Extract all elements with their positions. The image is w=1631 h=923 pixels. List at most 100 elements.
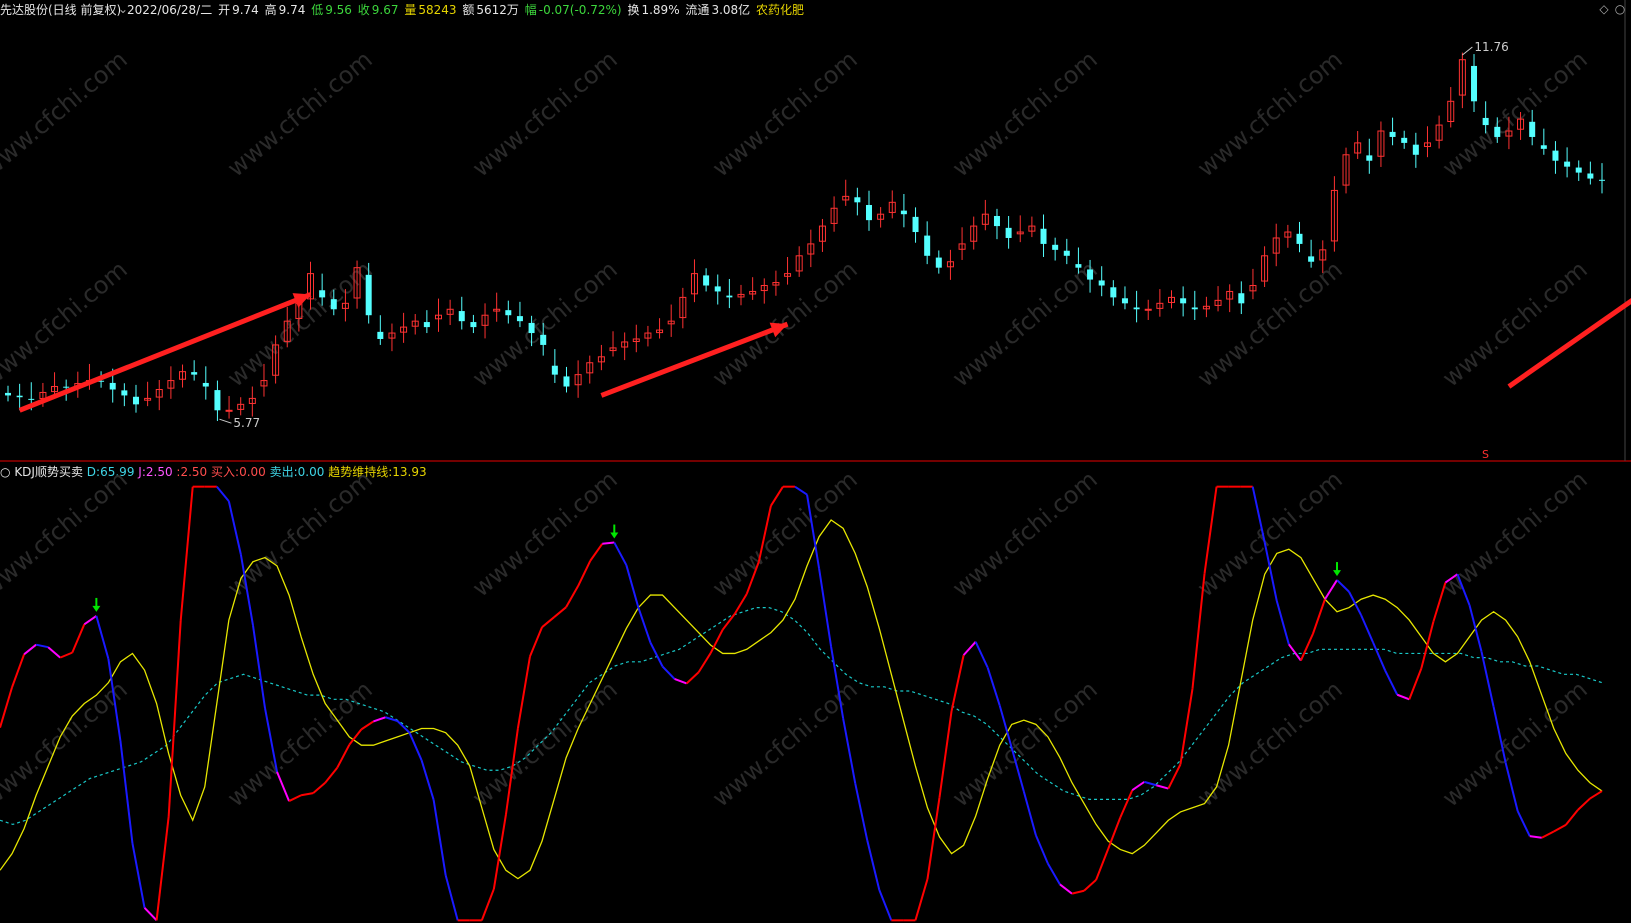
k-line-segment	[1565, 809, 1579, 826]
k-line-segment	[685, 671, 700, 685]
candle-body	[1587, 173, 1594, 179]
watermark-text: www.cfchi.com	[467, 255, 623, 392]
candle-body	[1144, 308, 1152, 311]
k-line-segment	[1360, 614, 1375, 644]
k-line-segment	[1275, 600, 1290, 645]
k-line-segment	[1541, 830, 1555, 839]
candle-body	[377, 331, 384, 339]
candle-body	[1075, 264, 1082, 268]
candle-body	[865, 204, 872, 221]
candle-body	[319, 290, 326, 298]
watermark-text: www.cfchi.com	[467, 465, 623, 602]
candle-body	[1121, 298, 1128, 304]
k-line-segment	[1119, 789, 1134, 819]
k-line-segment	[300, 792, 314, 797]
candle-body	[1052, 244, 1059, 250]
k-line-segment	[950, 654, 965, 712]
k-line-segment	[348, 728, 363, 746]
k-line-segment	[794, 485, 808, 496]
candle-body	[1540, 145, 1547, 149]
candle-body	[924, 235, 931, 256]
k-line-segment	[83, 615, 97, 626]
watermark-text: www.cfchi.com	[0, 465, 133, 602]
candle-body	[458, 311, 465, 322]
k-line-segment	[1167, 763, 1182, 790]
candle-body	[1133, 307, 1140, 310]
watermark-text: www.cfchi.com	[467, 675, 623, 812]
k-line-segment	[914, 878, 929, 921]
k-line-segment	[577, 560, 592, 587]
k-line-segment	[1420, 621, 1435, 669]
k-line-segment	[1468, 604, 1483, 653]
candle-body	[935, 257, 942, 268]
k-line-segment	[529, 626, 543, 657]
candle-body	[912, 216, 919, 233]
k-line-segment	[0, 686, 14, 728]
k-line-segment	[1384, 670, 1399, 696]
candle-body	[1040, 228, 1047, 244]
k-line-segment	[1107, 817, 1122, 850]
candle-body	[551, 365, 558, 375]
k-line-segment	[312, 781, 326, 794]
candle-body	[1389, 131, 1396, 137]
k-line-segment	[35, 643, 49, 649]
watermark-text: www.cfchi.com	[947, 465, 1103, 602]
k-line-segment	[119, 740, 134, 844]
candle-body	[516, 316, 523, 322]
k-line-segment	[276, 771, 291, 802]
candle-body	[121, 390, 128, 396]
k-line-segment	[565, 585, 580, 608]
candle-body	[1308, 256, 1315, 262]
k-line-segment	[216, 486, 230, 502]
k-line-segment	[1022, 791, 1037, 836]
candle-body	[191, 372, 198, 375]
k-line-segment	[131, 843, 146, 909]
k-line-segment	[541, 616, 555, 628]
candle-body	[1471, 65, 1478, 102]
low-marker	[219, 418, 232, 424]
watermark-text: www.cfchi.com	[707, 45, 863, 182]
candle-body	[1529, 121, 1536, 137]
sell-arrow-head	[1333, 570, 1342, 577]
candle-body	[1238, 293, 1245, 304]
k-line-segment	[336, 744, 351, 769]
candle-body	[1296, 233, 1303, 244]
k-line-segment	[1288, 643, 1302, 662]
k-line-segment	[227, 501, 242, 555]
k-line-segment	[866, 840, 881, 891]
candle-body	[5, 392, 11, 396]
k-line-segment	[408, 732, 423, 761]
k-line-segment	[1348, 591, 1362, 616]
candle-body	[726, 295, 733, 298]
k-line-segment	[516, 656, 531, 729]
k-line-segment	[155, 816, 170, 921]
k-line-segment	[11, 653, 26, 688]
k-line-segment	[1047, 863, 1061, 885]
k-line-segment	[1071, 889, 1085, 895]
k-line-segment	[432, 799, 447, 876]
k-line-segment	[962, 641, 977, 656]
watermark-text: www.cfchi.com	[1192, 465, 1348, 602]
candle-body	[1401, 137, 1408, 143]
k-line-segment	[770, 486, 784, 507]
candle-body	[1063, 250, 1070, 256]
k-line-segment	[1095, 848, 1110, 881]
k-line-segment	[1432, 582, 1447, 623]
k-line-segment	[1504, 762, 1519, 812]
k-line-segment	[324, 767, 339, 784]
candle-body	[132, 396, 139, 405]
k-line-segment	[360, 720, 374, 731]
k-line-segment	[974, 641, 989, 669]
candle-body	[63, 386, 70, 388]
k-line-segment	[1156, 784, 1169, 790]
k-line-segment	[733, 593, 748, 615]
k-line-segment	[1034, 834, 1049, 865]
low-price-label: 5.77	[233, 416, 260, 430]
candle-body	[16, 395, 23, 398]
watermark-text: www.cfchi.com	[222, 45, 378, 182]
k-line-segment	[143, 907, 158, 922]
k-line-segment	[373, 716, 386, 723]
candle-body	[1087, 269, 1094, 280]
candle-body	[423, 322, 430, 328]
candle-body	[1005, 227, 1012, 238]
